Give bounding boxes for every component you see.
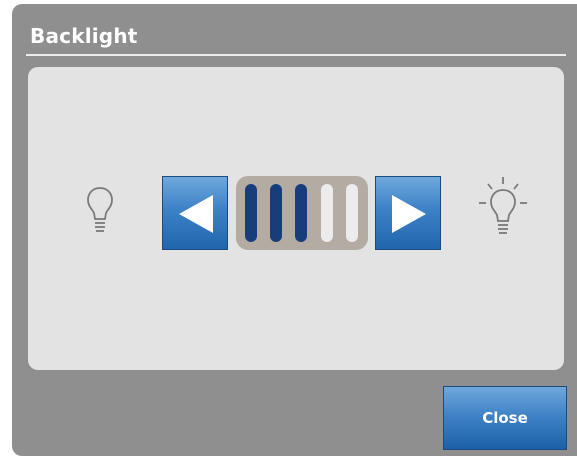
level-segment-1[interactable] bbox=[245, 184, 257, 242]
dialog-title: Backlight bbox=[30, 24, 138, 48]
lightbulb-off-icon bbox=[87, 187, 113, 232]
decrease-backlight-button[interactable] bbox=[162, 176, 228, 250]
increase-backlight-button[interactable] bbox=[375, 176, 441, 250]
arrow-right-icon bbox=[392, 195, 426, 233]
level-segment-4[interactable] bbox=[321, 184, 333, 242]
arrow-left-icon bbox=[179, 195, 213, 233]
backlight-dialog: Backlight Close bbox=[12, 4, 577, 456]
lightbulb-on-icon bbox=[479, 177, 527, 234]
close-button[interactable]: Close bbox=[443, 386, 567, 450]
title-divider bbox=[26, 54, 566, 56]
backlight-panel bbox=[28, 67, 564, 370]
backlight-level-track bbox=[236, 176, 368, 250]
level-segment-3[interactable] bbox=[295, 184, 307, 242]
level-segment-5[interactable] bbox=[346, 184, 358, 242]
level-segment-2[interactable] bbox=[270, 184, 282, 242]
